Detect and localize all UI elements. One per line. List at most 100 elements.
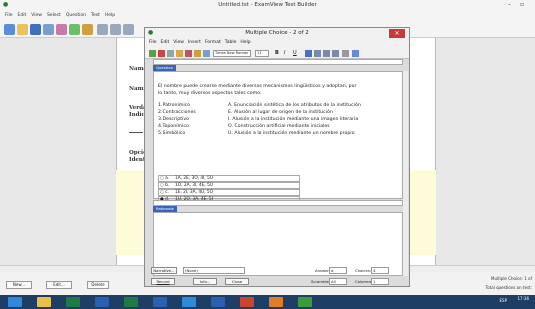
dialog-toolbar: Times New Roman 11 B I U — [145, 48, 409, 59]
tool-icon-2[interactable] — [110, 24, 121, 35]
delete-button[interactable]: Delete — [87, 281, 109, 289]
cut-icon[interactable] — [158, 50, 165, 57]
word-icon-2[interactable] — [153, 297, 167, 307]
question-icon[interactable] — [69, 24, 80, 35]
question-editor[interactable]: El nombre puede crearse mediante diverso… — [153, 71, 403, 202]
dlg-menu-edit[interactable]: Edit — [161, 40, 170, 45]
spell-check-icon[interactable] — [82, 24, 93, 35]
answer-option-c[interactable]: ○ c. 1E, 2I, 3A, 4U, 5O — [158, 189, 300, 196]
scramble-select[interactable]: All — [329, 278, 347, 285]
menu-view[interactable]: View — [31, 13, 42, 18]
align-left-icon[interactable] — [305, 50, 312, 57]
dlg-menu-view[interactable]: View — [173, 40, 184, 45]
narrative-button[interactable]: Narrative... — [151, 267, 177, 274]
italic-icon[interactable]: I — [284, 50, 291, 57]
justify-icon[interactable] — [332, 50, 339, 57]
choices-select[interactable]: 4 — [371, 267, 389, 274]
print-icon[interactable] — [43, 24, 54, 35]
dlg-menu-file[interactable]: File — [149, 40, 157, 45]
clock-lang: ESP — [499, 298, 507, 303]
word-icon-3[interactable] — [211, 297, 225, 307]
info-button[interactable]: Info... — [193, 278, 217, 285]
edit-button[interactable]: Edit... — [46, 281, 72, 289]
radio-icon[interactable]: ○ — [160, 176, 164, 181]
app-icon[interactable] — [269, 297, 283, 307]
option-value: 1E, 2I, 3A, 4U, 5O — [175, 190, 214, 195]
answer-select[interactable]: d — [329, 267, 347, 274]
vertical-scrollbar[interactable] — [403, 71, 408, 276]
tool-icon-1[interactable] — [97, 24, 108, 35]
new-button[interactable]: New... — [6, 281, 32, 289]
menu-question[interactable]: Question — [66, 13, 86, 18]
dialog-title-bar: ● Multiple Choice - 2 of 2 ✕ — [145, 28, 409, 39]
narrative-select[interactable]: (None) — [183, 267, 245, 274]
outlook-icon[interactable] — [182, 297, 196, 307]
pair-right-1: A. Enunciación sintética de los atributo… — [228, 103, 361, 108]
pair-left-2: 2.Contracciones — [158, 110, 196, 115]
dlg-menu-format[interactable]: Format — [205, 40, 221, 45]
answer-option-b[interactable]: ○ b. 1O, 2A, 3I, 4E, 5U — [158, 182, 300, 189]
app-menubar: File Edit View Select Question Test Help — [0, 10, 535, 21]
font-size-select[interactable]: 11 — [255, 50, 269, 57]
dialog-title: Multiple Choice - 2 of 2 — [245, 30, 309, 36]
align-right-icon[interactable] — [323, 50, 330, 57]
new-test-icon[interactable] — [4, 24, 15, 35]
dlg-menu-help[interactable]: Help — [240, 40, 250, 45]
menu-test[interactable]: Test — [91, 13, 100, 18]
divider — [129, 132, 143, 133]
maximize-icon[interactable]: ▫ — [520, 1, 524, 8]
bold-icon[interactable]: B — [275, 50, 282, 57]
spell-icon[interactable] — [194, 50, 201, 57]
pair-left-5: 5.Simbólico — [158, 131, 186, 136]
menu-edit[interactable]: Edit — [18, 13, 27, 18]
question-text-line2: lo tanto, muy diversos aspectos tales co… — [158, 91, 262, 96]
excel-icon[interactable] — [66, 297, 80, 307]
minimize-icon[interactable]: – — [508, 1, 511, 8]
pair-left-4: 4.Toponímico — [158, 124, 189, 129]
answer-option-a[interactable]: ○ a. 1A, 2E, 3O, 4I, 5U — [158, 175, 300, 182]
save-icon[interactable] — [30, 24, 41, 35]
pair-left-1: 1.Patronímico — [158, 103, 191, 108]
open-icon[interactable] — [17, 24, 28, 35]
start-icon[interactable] — [8, 297, 22, 307]
file-explorer-icon[interactable] — [37, 297, 51, 307]
close-button[interactable]: Close — [225, 278, 249, 285]
underline-icon[interactable]: U — [293, 50, 300, 57]
option-value: 1A, 2E, 3O, 4I, 5U — [175, 176, 214, 181]
examview-icon[interactable] — [298, 297, 312, 307]
paste-icon[interactable] — [176, 50, 183, 57]
menu-select[interactable]: Select — [47, 13, 61, 18]
tool-icon-3[interactable] — [123, 24, 134, 35]
menu-help[interactable]: Help — [105, 13, 115, 18]
copy-icon[interactable] — [167, 50, 174, 57]
close-icon[interactable]: ✕ — [389, 29, 405, 38]
columns-select[interactable]: 1 — [371, 278, 389, 285]
image-icon[interactable] — [203, 50, 210, 57]
radio-icon[interactable]: ○ — [160, 190, 164, 195]
dlg-menu-table[interactable]: Table — [225, 40, 237, 45]
question-editor-dialog: ● Multiple Choice - 2 of 2 ✕ File Edit Vie… — [144, 27, 410, 287]
menu-file[interactable]: File — [5, 13, 13, 18]
option-letter: b. — [165, 183, 170, 188]
help-icon[interactable] — [352, 50, 359, 57]
word-icon[interactable] — [95, 297, 109, 307]
font-name-select[interactable]: Times New Roman — [213, 50, 251, 57]
check-icon[interactable] — [149, 50, 156, 57]
question-ruler[interactable] — [153, 59, 403, 65]
powerpoint-icon[interactable] — [240, 297, 254, 307]
dialog-menubar: File Edit View Insert Format Table Help — [145, 39, 409, 48]
radio-icon[interactable]: ○ — [160, 183, 164, 188]
align-center-icon[interactable] — [314, 50, 321, 57]
taskbar — [0, 295, 535, 309]
undo-icon[interactable] — [185, 50, 192, 57]
record-button[interactable]: Record — [151, 278, 175, 285]
indent-icon[interactable] — [342, 50, 349, 57]
scramble-label: Scramble: — [311, 279, 331, 284]
pair-right-2: E. Alusión al lugar de origen de la inst… — [228, 110, 333, 115]
excel-icon-2[interactable] — [124, 297, 138, 307]
preview-icon[interactable] — [56, 24, 67, 35]
app-title-bar: ● Untitled.tst - ExamView Test Builder –… — [0, 0, 535, 10]
rationale-ruler[interactable] — [153, 200, 403, 206]
status-question-index: Multiple Choice: 1 of — [491, 276, 532, 281]
dlg-menu-insert[interactable]: Insert — [188, 40, 201, 45]
